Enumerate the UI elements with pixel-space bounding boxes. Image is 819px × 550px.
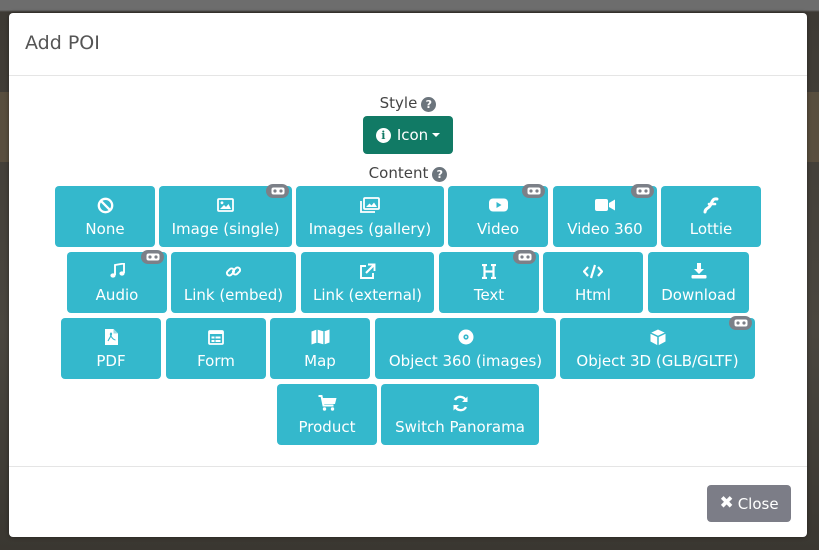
content-button-video-360[interactable]: Video 360 xyxy=(553,184,657,247)
content-button-label: Object 360 (images) xyxy=(388,352,543,370)
pdf-file-icon xyxy=(61,328,161,346)
info-icon: i xyxy=(375,127,391,143)
modal-footer: ✖ Close xyxy=(9,466,807,537)
content-button-label: Html xyxy=(575,286,611,304)
close-icon: ✖ xyxy=(719,493,734,513)
content-button-label: Product xyxy=(298,418,356,436)
content-button-label: Map xyxy=(304,352,336,370)
youtube-icon xyxy=(448,196,548,214)
content-button-label: None xyxy=(85,220,125,238)
content-label-row: Content? xyxy=(9,164,807,182)
content-button-label: Audio xyxy=(95,286,139,304)
modal-title: Add POI xyxy=(25,32,100,54)
images-icon xyxy=(296,196,444,214)
content-button-images-gallery[interactable]: Images (gallery) xyxy=(296,186,444,247)
style-button-label: Icon xyxy=(396,126,429,144)
sync-icon xyxy=(381,394,539,412)
content-button-none[interactable]: None xyxy=(55,186,155,247)
style-dropdown-button[interactable]: i Icon xyxy=(363,116,453,154)
image-icon xyxy=(159,196,292,214)
content-button-label: Link (embed) xyxy=(183,286,284,304)
content-button-label: Form xyxy=(197,352,235,370)
content-button-image-single[interactable]: Image (single) xyxy=(159,184,292,247)
content-button-label: Link (external) xyxy=(313,286,422,304)
disc-icon xyxy=(375,328,556,346)
content-button-label: PDF xyxy=(96,352,126,370)
download-icon xyxy=(648,262,749,280)
ban-icon xyxy=(55,196,155,214)
content-button-form[interactable]: Form xyxy=(166,318,266,379)
content-button-object-360[interactable]: Object 360 (images) xyxy=(375,318,556,379)
content-button-label: Video xyxy=(476,220,520,238)
content-button-label: Download xyxy=(661,286,736,304)
content-help-icon[interactable]: ? xyxy=(432,167,448,182)
style-help-icon[interactable]: ? xyxy=(421,97,437,112)
content-button-link-external[interactable]: Link (external) xyxy=(301,252,434,313)
content-button-product[interactable]: Product xyxy=(277,384,377,445)
external-link-icon xyxy=(301,262,434,280)
content-button-label: Switch Panorama xyxy=(395,418,525,436)
close-button-label: Close xyxy=(737,494,779,513)
map-icon xyxy=(270,328,370,346)
content-button-link-embed[interactable]: Link (embed) xyxy=(171,252,296,313)
cart-icon xyxy=(277,394,377,412)
content-button-map[interactable]: Map xyxy=(270,318,370,379)
video-camera-icon xyxy=(553,196,657,214)
code-icon xyxy=(543,262,643,280)
link-icon xyxy=(171,262,296,280)
style-label: Style xyxy=(379,94,418,112)
content-button-label: Object 3D (GLB/GLTF) xyxy=(576,352,739,370)
content-button-label: Lottie xyxy=(689,220,733,238)
content-button-text[interactable]: Text xyxy=(439,250,539,313)
content-button-html[interactable]: Html xyxy=(543,252,643,313)
heading-icon xyxy=(439,262,539,280)
content-button-download[interactable]: Download xyxy=(648,252,749,313)
modal-body: Style? i Icon Content? None Image (singl… xyxy=(9,77,807,466)
content-button-video[interactable]: Video xyxy=(448,184,548,247)
lottie-icon xyxy=(661,196,761,214)
content-button-pdf[interactable]: PDF xyxy=(61,318,161,379)
content-button-object-3d[interactable]: Object 3D (GLB/GLTF) xyxy=(560,316,755,379)
modal-header: Add POI xyxy=(9,13,807,76)
content-button-switch-panorama[interactable]: Switch Panorama xyxy=(381,384,539,445)
content-button-label: Video 360 xyxy=(567,220,643,238)
content-button-lottie[interactable]: Lottie xyxy=(661,186,761,247)
style-label-row: Style? xyxy=(9,94,807,112)
content-button-label: Text xyxy=(473,286,505,304)
add-poi-modal: Add POI Style? i Icon Content? None Imag… xyxy=(9,13,807,537)
content-button-audio[interactable]: Audio xyxy=(67,250,167,313)
content-button-label: Images (gallery) xyxy=(308,220,432,238)
caret-down-icon xyxy=(432,133,441,137)
close-button[interactable]: ✖ Close xyxy=(707,485,791,522)
content-label: Content xyxy=(368,164,429,182)
cube-icon xyxy=(560,328,755,346)
content-button-label: Image (single) xyxy=(171,220,280,238)
form-icon xyxy=(166,328,266,346)
music-icon xyxy=(67,262,167,280)
